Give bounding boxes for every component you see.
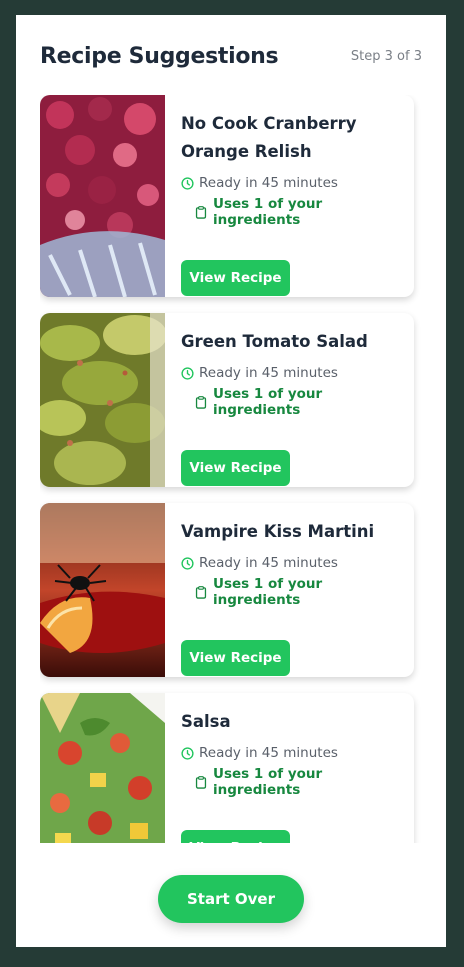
- ready-time: Ready in 45 minutes: [181, 553, 402, 573]
- header: Recipe Suggestions Step 3 of 3: [40, 39, 422, 73]
- recipe-card: Vampire Kiss Martini Ready in 45 minutes…: [40, 503, 414, 677]
- ingredient-usage-text: Uses 1 of your ingredients: [213, 576, 323, 608]
- view-recipe-button[interactable]: View Recipe: [181, 830, 290, 843]
- step-indicator: Step 3 of 3: [350, 48, 422, 64]
- ready-time-text: Ready in 45 minutes: [199, 555, 338, 571]
- ready-time-text: Ready in 45 minutes: [199, 175, 338, 191]
- ready-time-text: Ready in 45 minutes: [199, 365, 338, 381]
- clipboard-icon: [195, 775, 207, 789]
- clock-icon: [181, 366, 194, 380]
- view-recipe-button[interactable]: View Recipe: [181, 260, 290, 296]
- page-title: Recipe Suggestions: [40, 43, 279, 69]
- recipe-image-cranberry-relish: [40, 95, 165, 297]
- recipe-card: Salsa Ready in 45 minutes Uses 1 of your…: [40, 693, 414, 843]
- ingredient-usage: Uses 1 of your ingredients: [181, 386, 402, 418]
- recipe-image-salsa: [40, 693, 165, 843]
- clipboard-icon: [195, 205, 207, 219]
- ingredient-usage-text: Uses 1 of your ingredients: [213, 196, 323, 228]
- clipboard-icon: [195, 585, 207, 599]
- clock-icon: [181, 176, 194, 190]
- recipe-title: Salsa: [181, 708, 402, 736]
- clipboard-icon: [195, 395, 207, 409]
- recipe-image-vampire-kiss-martini: [40, 503, 165, 677]
- ready-time: Ready in 45 minutes: [181, 363, 402, 383]
- recipe-list[interactable]: No Cook Cranberry Orange Relish Ready in…: [40, 95, 430, 843]
- ingredient-usage-text: Uses 1 of your ingredients: [213, 766, 323, 798]
- recipe-title-line: Green Tomato Salad: [181, 332, 368, 351]
- ready-time: Ready in 45 minutes: [181, 743, 402, 763]
- view-recipe-button[interactable]: View Recipe: [181, 640, 290, 676]
- recipe-title-line: Orange Relish: [181, 142, 312, 161]
- recipe-card: No Cook Cranberry Orange Relish Ready in…: [40, 95, 414, 297]
- start-over-button[interactable]: Start Over: [158, 875, 304, 923]
- recipe-panel: Recipe Suggestions Step 3 of 3 No Cook C…: [16, 15, 446, 947]
- recipe-title-line: Vampire Kiss Martini: [181, 522, 375, 541]
- recipe-title-line: Salsa: [181, 712, 231, 731]
- clock-icon: [181, 556, 194, 570]
- recipe-title: Vampire Kiss Martini: [181, 518, 402, 546]
- ready-time-text: Ready in 45 minutes: [199, 745, 338, 761]
- recipe-title: Green Tomato Salad: [181, 328, 402, 356]
- ingredient-usage: Uses 1 of your ingredients: [181, 766, 402, 798]
- ingredient-usage-text: Uses 1 of your ingredients: [213, 386, 323, 418]
- clock-icon: [181, 746, 194, 760]
- view-recipe-button[interactable]: View Recipe: [181, 450, 290, 486]
- recipe-title-line: No Cook Cranberry: [181, 114, 357, 133]
- ingredient-usage: Uses 1 of your ingredients: [181, 196, 402, 228]
- ready-time: Ready in 45 minutes: [181, 173, 402, 193]
- ingredient-usage: Uses 1 of your ingredients: [181, 576, 402, 608]
- recipe-card: Green Tomato Salad Ready in 45 minutes U…: [40, 313, 414, 487]
- recipe-image-green-tomato-salad: [40, 313, 165, 487]
- recipe-title: No Cook Cranberry Orange Relish: [181, 110, 402, 166]
